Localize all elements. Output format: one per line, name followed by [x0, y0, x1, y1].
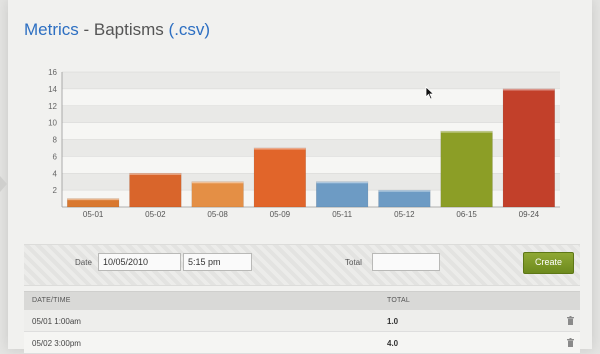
table-header: DATE/TIME TOTAL	[24, 291, 580, 310]
plot-stripe	[62, 72, 560, 89]
bar-highlight	[378, 190, 431, 192]
total-input[interactable]	[372, 253, 440, 271]
date-input[interactable]: 10/05/2010	[98, 253, 181, 271]
date-label: Date	[75, 258, 92, 267]
y-tick-label: 6	[53, 152, 58, 161]
x-tick-label: 06-15	[456, 210, 477, 219]
bar	[191, 181, 244, 208]
entries-table: DATE/TIME TOTAL 05/01 1:00am 1.0 05/02 3…	[24, 291, 580, 354]
x-tick-label: 05-11	[332, 210, 352, 219]
bar-highlight	[67, 198, 119, 201]
plot-stripe	[62, 105, 560, 123]
bar-chart: 2 4 6 8 10 12 14 16 05-01 05-02 05-08 05-09 05-11 05-…	[48, 68, 560, 219]
bar-highlight	[191, 181, 244, 184]
time-input[interactable]: 5:15 pm	[183, 253, 252, 271]
x-tick-label: 05-09	[270, 210, 291, 219]
bar	[502, 88, 556, 208]
table-row: 05/01 1:00am 1.0	[24, 310, 580, 332]
x-tick-label: 09-24	[519, 210, 540, 219]
row-datetime: 05/02 3:00pm	[32, 339, 81, 348]
y-tick-label: 14	[48, 85, 57, 94]
bar-highlight	[129, 173, 182, 175]
y-tick-label: 2	[53, 186, 58, 195]
trash-icon[interactable]	[567, 316, 574, 325]
total-label: Total	[345, 258, 362, 267]
bar	[253, 147, 307, 208]
bar	[129, 172, 182, 208]
bar-highlight	[316, 181, 368, 184]
y-tick-label: 4	[53, 169, 58, 178]
trash-icon[interactable]	[567, 338, 574, 347]
mouse-cursor-icon	[425, 86, 435, 100]
bar	[315, 181, 369, 208]
chart-area: 2 4 6 8 10 12 14 16 05-01 05-02 05-08 05-09 05-11 05-…	[0, 0, 600, 240]
table-row: 05/02 3:00pm 4.0	[24, 332, 580, 354]
row-total: 1.0	[387, 317, 399, 326]
x-tick-label: 05-02	[145, 210, 166, 219]
create-button[interactable]: Create	[523, 252, 574, 274]
row-total: 4.0	[387, 339, 399, 348]
y-tick-label: 8	[53, 136, 58, 145]
header-datetime: DATE/TIME	[32, 297, 71, 304]
bar-highlight	[254, 147, 306, 150]
y-tick-label: 10	[48, 119, 57, 128]
bar-highlight	[440, 131, 493, 133]
bar	[440, 130, 493, 208]
bar-highlight	[503, 88, 555, 91]
y-tick-label: 16	[48, 68, 57, 77]
y-tick-label: 12	[48, 102, 57, 111]
x-tick-label: 05-08	[207, 210, 228, 219]
x-tick-label: 05-12	[394, 210, 415, 219]
x-tick-label: 05-01	[83, 210, 104, 219]
row-datetime: 05/01 1:00am	[32, 317, 81, 326]
header-total: TOTAL	[387, 297, 410, 304]
bar	[378, 189, 431, 208]
